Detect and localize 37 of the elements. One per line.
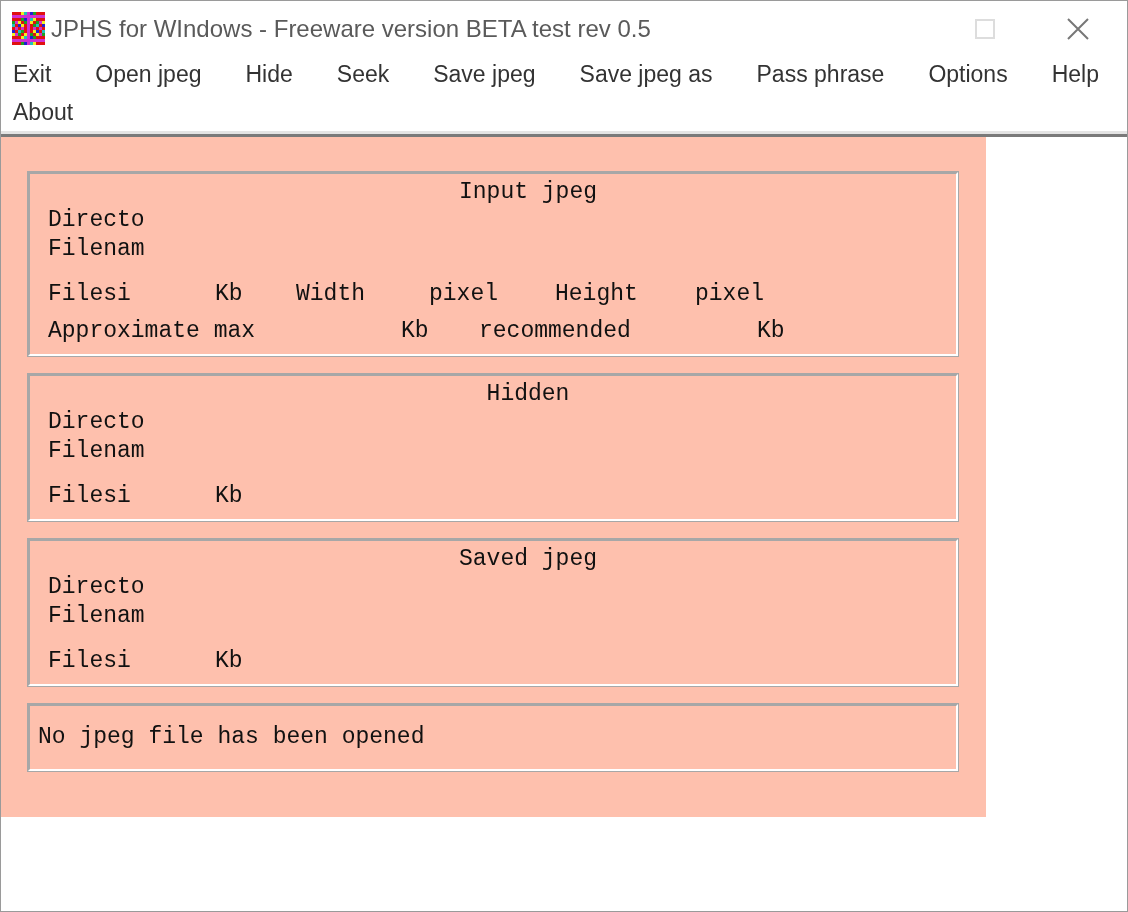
field-label: pixel <box>429 280 499 309</box>
field-label: recommended <box>479 317 632 346</box>
menu-item[interactable]: Open jpeg <box>87 56 210 92</box>
field-label: Kb <box>215 482 244 511</box>
field-label: Width <box>296 280 366 309</box>
window-title: JPHS for WIndows - Freeware version BETA test rev 0.5 <box>51 13 651 44</box>
menu-item[interactable]: Pass phrase <box>748 56 893 92</box>
menu-item[interactable]: Seek <box>328 56 398 92</box>
group-title: Input jpeg <box>458 178 598 206</box>
menu-item[interactable]: Help <box>1043 56 1107 92</box>
field-label: Filesi <box>48 280 132 309</box>
field-label: Filesi <box>48 482 132 511</box>
field-label: Kb <box>401 317 430 346</box>
menu-item[interactable]: Hide <box>237 56 301 92</box>
app-icon <box>12 12 45 45</box>
field-label: Kb <box>757 317 785 346</box>
group-title: Hidden <box>485 380 571 408</box>
menu-item[interactable]: Options <box>920 56 1016 92</box>
field-label: Directo <box>48 573 145 602</box>
field-label: Directo <box>48 408 145 437</box>
menu-item[interactable]: Save jpeg <box>425 56 544 92</box>
field-label: pixel <box>695 280 764 309</box>
menu-item[interactable]: Exit <box>5 56 60 92</box>
field-label: Filenam <box>48 437 145 466</box>
field-label: Approximate max <box>48 317 257 346</box>
close-icon[interactable] <box>1067 17 1089 40</box>
field-label: Filenam <box>48 602 145 631</box>
field-label: Filesi <box>48 647 132 676</box>
status-message: No jpeg file has been opened <box>28 704 958 771</box>
field-label: Kb <box>215 647 244 676</box>
field-label: Filenam <box>48 235 145 264</box>
menu-item[interactable]: Save jpeg as <box>571 56 721 92</box>
menu-item[interactable]: About <box>5 94 82 130</box>
field-label: Kb <box>215 280 244 309</box>
field-label: Height <box>555 280 639 309</box>
group-title: Saved jpeg <box>458 545 598 573</box>
field-label: Directo <box>48 206 145 235</box>
